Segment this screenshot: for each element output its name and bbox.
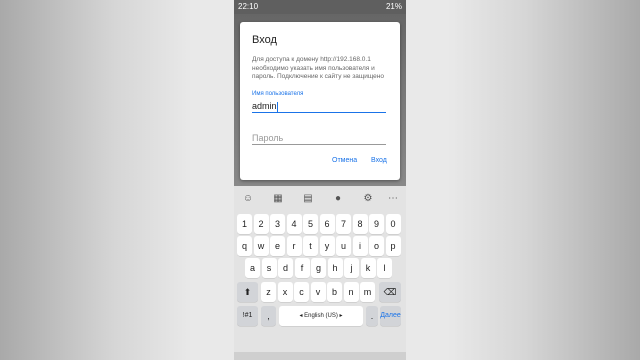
letters-row-middle: a s d f g h j k l [237,258,403,280]
battery-level: 21% [385,2,402,11]
clipboard-icon[interactable]: ▤ [301,192,315,206]
key-m[interactable]: m [360,282,375,302]
login-button[interactable]: Вход [371,157,387,164]
letters-row-top: q w e r t y u i o p [237,236,403,258]
key-w[interactable]: w [253,236,269,256]
key-9[interactable]: 9 [369,214,384,234]
key-a[interactable]: a [245,258,260,278]
key-7[interactable]: 7 [336,214,351,234]
key-0[interactable]: 0 [385,214,401,234]
username-value: admin [252,101,277,111]
key-o[interactable]: o [369,236,384,256]
username-label: Имя пользователя [252,91,304,97]
key-8[interactable]: 8 [352,214,368,234]
keyboard: ☺ ▦ ▤ ● ⚙ ⋯ 1 2 3 4 5 6 7 8 9 0 q w e r … [234,186,406,360]
space-bar[interactable]: ◂ English (US) ▸ [279,306,363,326]
key-2[interactable]: 2 [253,214,269,234]
key-z[interactable]: z [261,282,276,302]
key-t[interactable]: t [303,236,318,256]
letters-row-bottom: ⬆ z x c v b n m ⌫ [237,282,403,304]
comma-key[interactable]: , [261,306,276,326]
next-key[interactable]: Далее [380,306,401,326]
cancel-button[interactable]: Отмена [332,157,357,164]
key-4[interactable]: 4 [286,214,302,234]
key-v[interactable]: v [310,282,326,302]
key-r[interactable]: r [286,236,302,256]
key-k[interactable]: k [360,258,376,278]
more-icon[interactable]: ⋯ [386,192,400,206]
backspace-icon: ⌫ [383,287,397,297]
status-bar: 22:10 21% [234,0,406,14]
key-e[interactable]: e [270,236,285,256]
key-l[interactable]: l [377,258,392,278]
auth-dialog: Вход Для доступа к домену http://192.168… [240,22,400,180]
sticker-icon[interactable]: ▦ [271,192,285,206]
key-g[interactable]: g [311,258,326,278]
key-n[interactable]: n [343,282,359,302]
key-s[interactable]: s [261,258,277,278]
emoji-icon[interactable]: ☺ [241,192,255,206]
key-f[interactable]: f [294,258,310,278]
key-5[interactable]: 5 [303,214,318,234]
password-input[interactable]: Пароль [252,132,386,145]
mic-icon[interactable]: ● [331,192,345,206]
key-3[interactable]: 3 [270,214,285,234]
dialog-message: Для доступа к домену http://192.168.0.1 … [252,56,384,80]
symbols-key[interactable]: !#1 [237,306,258,326]
status-time: 22:10 [238,2,259,11]
navigation-bar [234,352,406,360]
username-input[interactable]: admin [252,100,386,113]
dialog-title: Вход [252,34,277,46]
key-1[interactable]: 1 [237,214,252,234]
key-b[interactable]: b [327,282,342,302]
shift-icon: ⬆ [243,287,252,297]
shift-key[interactable]: ⬆ [237,282,258,302]
keyboard-bottom-row: !#1 , ◂ English (US) ▸ . Далее [237,306,403,328]
key-y[interactable]: y [319,236,335,256]
key-c[interactable]: c [294,282,309,302]
period-key[interactable]: . [366,306,378,326]
key-d[interactable]: d [278,258,293,278]
key-x[interactable]: x [277,282,293,302]
backspace-key[interactable]: ⌫ [379,282,401,302]
number-row: 1 2 3 4 5 6 7 8 9 0 [237,214,403,236]
key-p[interactable]: p [385,236,401,256]
key-i[interactable]: i [352,236,368,256]
key-u[interactable]: u [336,236,351,256]
settings-icon[interactable]: ⚙ [361,192,375,206]
key-6[interactable]: 6 [319,214,335,234]
keyboard-toolbar: ☺ ▦ ▤ ● ⚙ ⋯ [234,190,406,208]
key-h[interactable]: h [327,258,343,278]
key-j[interactable]: j [344,258,359,278]
key-q[interactable]: q [237,236,252,256]
space-language-label: English (US) [304,313,338,319]
phone-screen: 22:10 21% Вход Для доступа к домену http… [234,0,406,360]
